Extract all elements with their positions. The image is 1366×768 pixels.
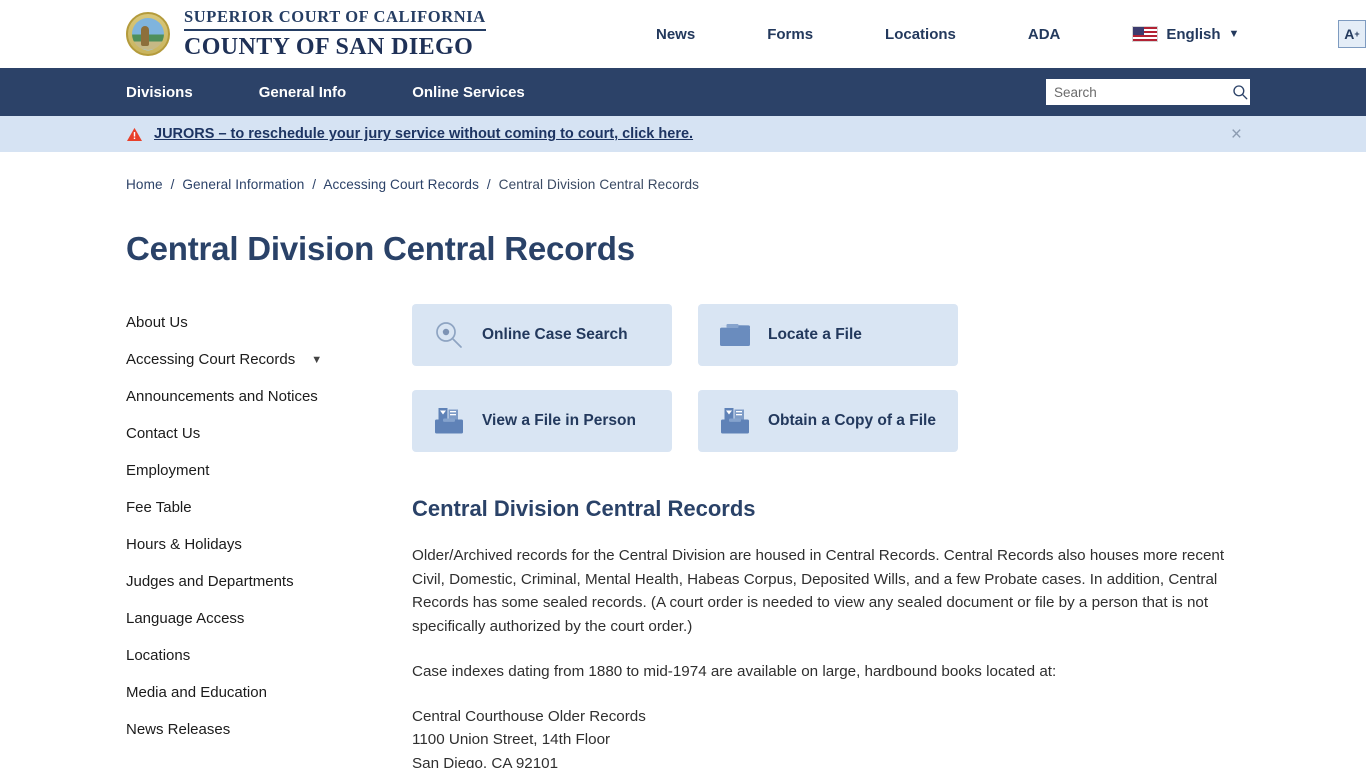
sidebar-item-label: News Releases: [126, 721, 231, 738]
tile-locate-a-file[interactable]: Locate a File: [698, 304, 958, 366]
chevron-down-icon: ▼: [1228, 28, 1240, 40]
sidebar-item-language-access[interactable]: Language Access: [126, 600, 410, 637]
breadcrumb-separator: /: [486, 177, 491, 192]
util-link-news[interactable]: News: [620, 26, 731, 43]
utility-nav: News Forms Locations ADA English ▼: [620, 0, 1253, 68]
page-title: Central Division Central Records: [126, 230, 635, 267]
util-link-locations[interactable]: Locations: [849, 26, 992, 43]
sidebar-item-label: About Us: [126, 314, 188, 331]
tile-label: View a File in Person: [482, 411, 636, 429]
california-state-seal-icon: [126, 12, 170, 56]
main-content: Online Case Search Locate a File View a …: [410, 304, 1240, 768]
folder-icon: [720, 324, 750, 346]
logo-text: SUPERIOR COURT OF CALIFORNIA COUNTY OF S…: [184, 9, 486, 59]
breadcrumb-separator: /: [312, 177, 317, 192]
close-icon[interactable]: ×: [1231, 125, 1242, 144]
tile-online-case-search[interactable]: Online Case Search: [412, 304, 672, 366]
sidebar-item-label: Fee Table: [126, 499, 192, 516]
paragraph-overview: Older/Archived records for the Central D…: [412, 547, 1225, 635]
sidebar-item-label: Media and Education: [126, 684, 267, 701]
primary-nav-bar: Divisions General Info Online Services: [0, 68, 1366, 116]
address-block: Central Courthouse Older Records 1100 Un…: [412, 705, 1240, 768]
warning-triangle-icon: [126, 127, 143, 141]
search-box[interactable]: [1046, 79, 1250, 105]
alert-link-juror-reschedule[interactable]: JURORS – to reschedule your jury service…: [154, 126, 693, 142]
search-input[interactable]: [1054, 84, 1231, 100]
logo-line-2: COUNTY OF SAN DIEGO: [184, 33, 474, 60]
tile-label: Locate a File: [768, 325, 862, 343]
quick-link-tiles: Online Case Search Locate a File View a …: [412, 304, 1240, 452]
page-body: Home / General Information / Accessing C…: [0, 152, 1366, 768]
nav-item-divisions[interactable]: Divisions: [126, 84, 193, 101]
sidebar-item-label: Contact Us: [126, 425, 201, 442]
paragraph-case-indexes: Case indexes dating from 1880 to mid-197…: [412, 663, 1057, 681]
sidebar-item-announcements-and-notices[interactable]: Announcements and Notices: [126, 378, 410, 415]
breadcrumb: Home / General Information / Accessing C…: [126, 152, 1240, 192]
alert-banner: JURORS – to reschedule your jury service…: [0, 116, 1366, 152]
sidebar-item-label: Locations: [126, 647, 191, 664]
magnifier-icon: [436, 322, 462, 348]
breadcrumb-item-accessing-court-records[interactable]: Accessing Court Records: [323, 177, 479, 192]
file-box-icon: [721, 408, 749, 434]
sidebar-item-hours-and-holidays[interactable]: Hours & Holidays: [126, 526, 410, 563]
sidebar-item-contact-us[interactable]: Contact Us: [126, 415, 410, 452]
tile-view-a-file-in-person[interactable]: View a File in Person: [412, 390, 672, 452]
tile-label: Online Case Search: [482, 325, 628, 343]
address-line-1: Central Courthouse Older Records: [412, 707, 646, 725]
sidebar-item-fee-table[interactable]: Fee Table: [126, 489, 410, 526]
language-selector[interactable]: English ▼: [1096, 26, 1253, 43]
section-title: Central Division Central Records: [412, 496, 756, 521]
sidebar-item-label: Accessing Court Records: [126, 351, 296, 368]
file-box-icon: [435, 408, 463, 434]
site-logo[interactable]: SUPERIOR COURT OF CALIFORNIA COUNTY OF S…: [126, 9, 486, 59]
sidebar-item-label: Announcements and Notices: [126, 388, 318, 405]
a-plus-letter: A: [1344, 26, 1355, 42]
search-icon[interactable]: [1231, 83, 1249, 101]
sidebar-nav: About Us Accessing Court Records ▼ Annou…: [126, 304, 410, 768]
sidebar-item-judges-and-departments[interactable]: Judges and Departments: [126, 563, 410, 600]
sidebar-item-label: Language Access: [126, 610, 245, 627]
language-label: English: [1166, 25, 1221, 43]
breadcrumb-item-home[interactable]: Home: [126, 177, 163, 192]
sidebar-item-label: Judges and Departments: [126, 573, 294, 590]
sidebar-item-about-us[interactable]: About Us: [126, 304, 410, 341]
tile-label: Obtain a Copy of a File: [768, 411, 936, 429]
us-flag-icon: [1132, 26, 1159, 42]
a-plus-sup: +: [1354, 29, 1360, 39]
util-link-ada[interactable]: ADA: [992, 26, 1097, 43]
util-link-forms[interactable]: Forms: [731, 26, 849, 43]
breadcrumb-item-current: Central Division Central Records: [498, 177, 700, 192]
nav-item-online-services[interactable]: Online Services: [412, 84, 525, 101]
logo-line-1: SUPERIOR COURT OF CALIFORNIA: [184, 9, 486, 31]
sidebar-item-label: Hours & Holidays: [126, 536, 242, 553]
address-line-3: San Diego, CA 92101: [412, 754, 559, 768]
address-line-2: 1100 Union Street, 14th Floor: [412, 731, 611, 749]
breadcrumb-item-general-information[interactable]: General Information: [182, 177, 304, 192]
increase-text-size-button[interactable]: A +: [1338, 20, 1366, 48]
tile-obtain-a-copy-of-a-file[interactable]: Obtain a Copy of a File: [698, 390, 958, 452]
top-utility-bar: SUPERIOR COURT OF CALIFORNIA COUNTY OF S…: [0, 0, 1366, 68]
sidebar-item-accessing-court-records[interactable]: Accessing Court Records ▼: [126, 341, 410, 378]
sidebar-item-employment[interactable]: Employment: [126, 452, 410, 489]
breadcrumb-separator: /: [170, 177, 175, 192]
sidebar-item-locations[interactable]: Locations: [126, 637, 410, 674]
sidebar-item-media-and-education[interactable]: Media and Education: [126, 674, 410, 711]
nav-item-general-info[interactable]: General Info: [259, 84, 347, 101]
sidebar-item-news-releases[interactable]: News Releases: [126, 711, 410, 748]
content-columns: About Us Accessing Court Records ▼ Annou…: [126, 304, 1240, 768]
chevron-down-icon[interactable]: ▼: [311, 354, 322, 366]
sidebar-item-label: Employment: [126, 462, 210, 479]
